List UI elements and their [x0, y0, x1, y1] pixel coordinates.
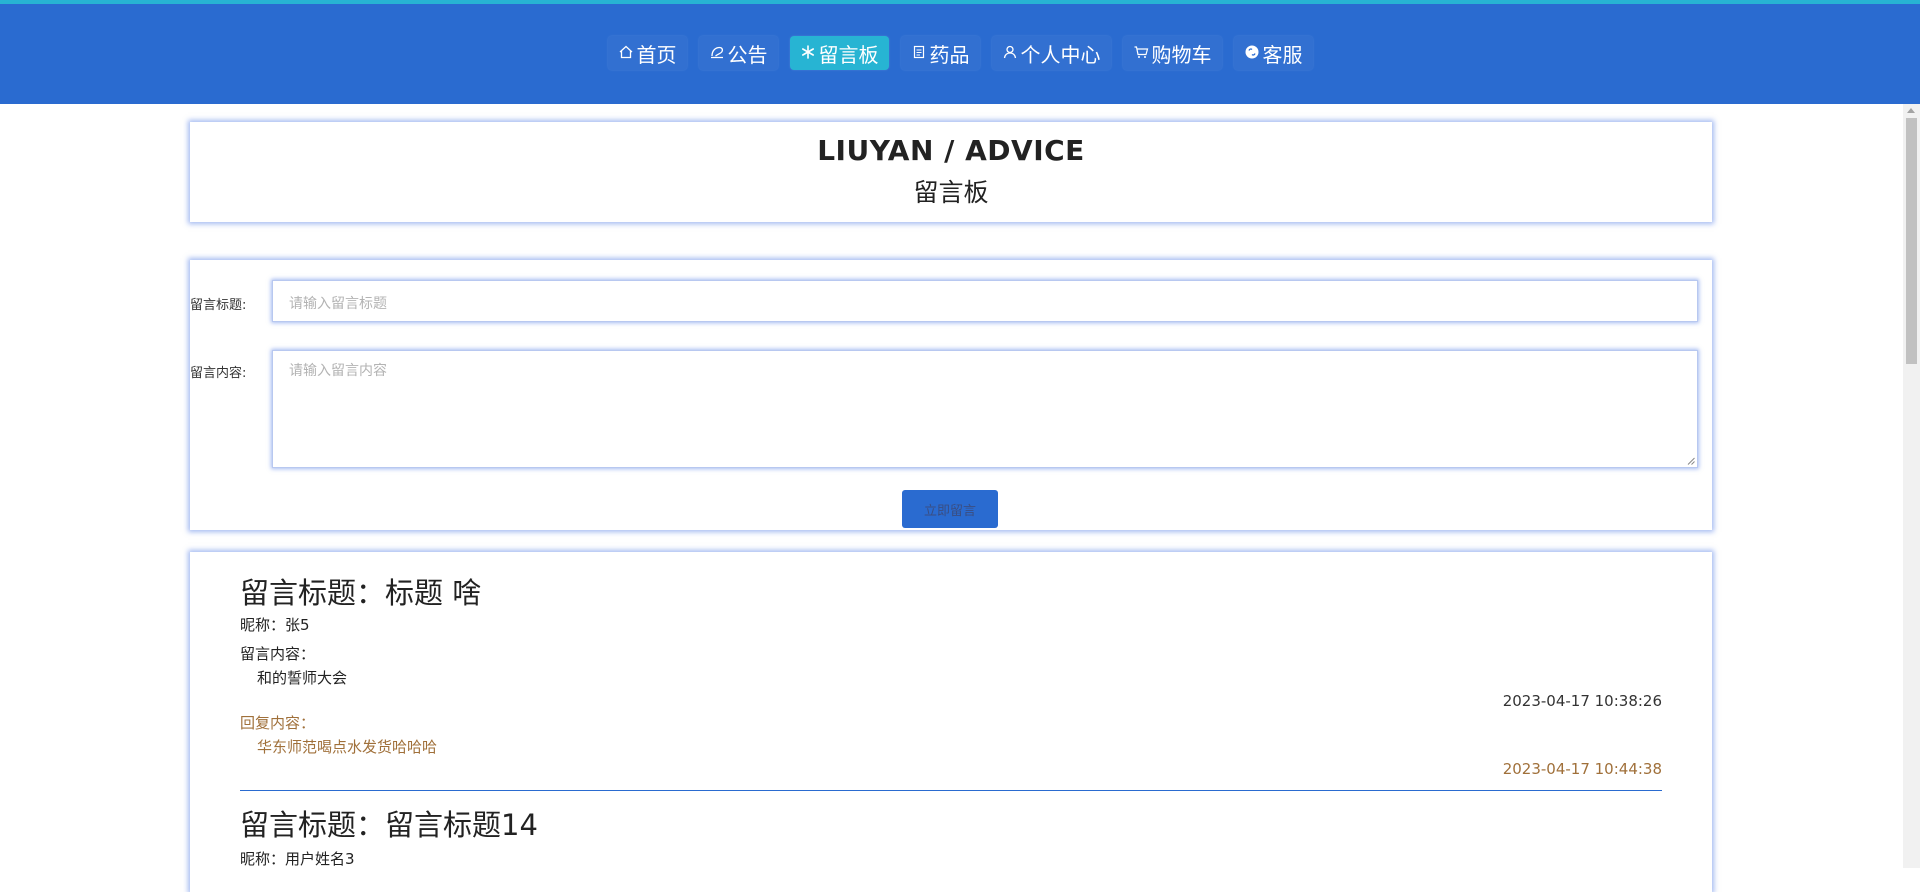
nav-label: 留言板 — [818, 42, 879, 67]
resize-grip-icon[interactable] — [1687, 457, 1695, 465]
home-icon — [618, 41, 634, 65]
title-field-label: 留言标题: — [190, 298, 247, 313]
nav-label: 购物车 — [1151, 42, 1212, 67]
nav-label: 首页 — [636, 42, 677, 67]
message-nickname: 昵称：张5 — [240, 616, 310, 634]
page-title-en: LIUYAN / ADVICE — [817, 134, 1085, 167]
message-title: 留言标题：留言标题14 — [240, 808, 538, 842]
message-title: 留言标题：标题 啥 — [240, 576, 482, 610]
submit-message-button[interactable]: 立即留言 — [902, 490, 998, 528]
nav-item-home[interactable]: 首页 — [607, 36, 687, 70]
message-time: 2023-04-17 10:38:26 — [1502, 692, 1662, 710]
message-nickname: 昵称：用户姓名3 — [240, 850, 355, 868]
reply-label: 回复内容： — [240, 714, 316, 732]
message-list-card: 留言标题：标题 啥 昵称：张5 留言内容： 和的誓师大会 2023-04-17 … — [190, 552, 1712, 892]
nav-item-notice[interactable]: 公告 — [698, 36, 778, 70]
snowflake-icon — [800, 41, 816, 65]
message-divider — [240, 790, 1662, 791]
nav-label: 客服 — [1262, 42, 1303, 67]
content-textarea-placeholder: 请输入留言内容 — [289, 363, 387, 379]
nav-item-personal-center[interactable]: 个人中心 — [991, 36, 1111, 70]
nav-item-customer-service[interactable]: 客服 — [1233, 36, 1313, 70]
message-form-card: 留言标题: 请输入留言标题 留言内容: 请输入留言内容 立即留言 — [190, 260, 1712, 530]
scroll-up-arrow-icon[interactable] — [1907, 108, 1915, 113]
content-textarea[interactable]: 请输入留言内容 — [272, 350, 1698, 468]
document-icon — [911, 41, 927, 65]
reply-time: 2023-04-17 10:44:38 — [1502, 760, 1662, 778]
message-content-label: 留言内容： — [240, 645, 316, 663]
user-icon — [1002, 41, 1018, 65]
scrollbar-thumb[interactable] — [1906, 118, 1917, 364]
message-content: 和的誓师大会 — [257, 669, 348, 687]
nav-item-message-board[interactable]: 留言板 — [789, 36, 889, 70]
navbar: 首页 公告 留言板 药品 个人中心 购物车 客服 — [0, 4, 1920, 104]
nav-label: 个人中心 — [1020, 42, 1101, 67]
nav-label: 公告 — [727, 42, 768, 67]
page-scrollbar[interactable] — [1903, 104, 1920, 868]
reply-content: 华东师范喝点水发货哈哈哈 — [257, 738, 438, 756]
notice-icon — [709, 41, 725, 65]
cart-icon — [1133, 41, 1149, 65]
page-title-cn: 留言板 — [913, 178, 989, 207]
title-input[interactable]: 请输入留言标题 — [272, 280, 1698, 322]
content-field-label: 留言内容: — [190, 366, 247, 381]
nav-menu: 首页 公告 留言板 药品 个人中心 购物车 客服 — [0, 36, 1920, 70]
title-input-placeholder: 请输入留言标题 — [289, 296, 387, 312]
nav-item-cart[interactable]: 购物车 — [1122, 36, 1222, 70]
nav-item-medicine[interactable]: 药品 — [900, 36, 980, 70]
nav-label: 药品 — [929, 42, 970, 67]
chat-icon — [1244, 41, 1260, 65]
page-header-card: LIUYAN / ADVICE 留言板 — [190, 122, 1712, 222]
